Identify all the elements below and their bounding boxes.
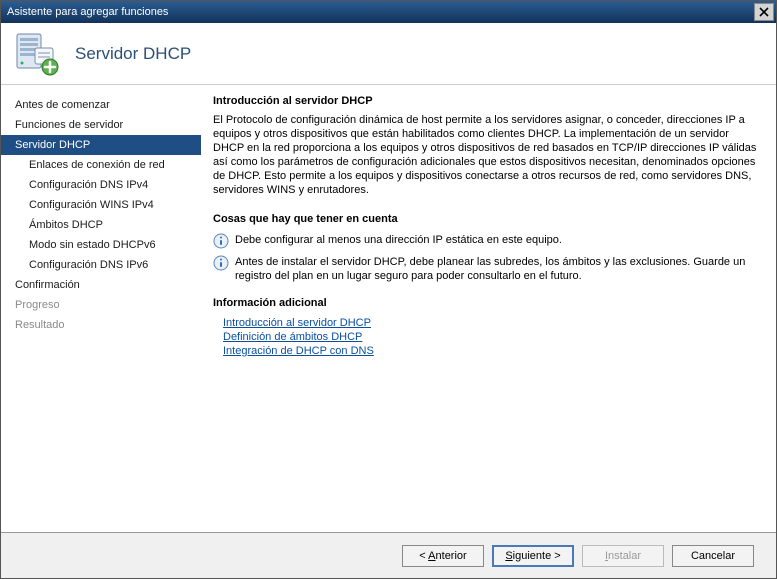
header: Servidor DHCP <box>1 23 776 85</box>
next-button[interactable]: Siguiente > <box>492 545 574 567</box>
body: Antes de comenzarFunciones de servidorSe… <box>1 85 776 532</box>
sidebar: Antes de comenzarFunciones de servidorSe… <box>1 85 201 532</box>
sidebar-item[interactable]: Enlaces de conexión de red <box>1 155 201 175</box>
sidebar-item[interactable]: Ámbitos DHCP <box>1 215 201 235</box>
link-intro-dhcp[interactable]: Introducción al servidor DHCP <box>223 317 758 329</box>
sidebar-item: Resultado <box>1 315 201 335</box>
sidebar-item[interactable]: Configuración DNS IPv6 <box>1 255 201 275</box>
info-icon <box>213 233 229 249</box>
window-title: Asistente para agregar funciones <box>7 6 168 18</box>
note-row: Antes de instalar el servidor DHCP, debe… <box>213 255 758 283</box>
content: Introducción al servidor DHCP El Protoco… <box>201 85 776 532</box>
note-text: Debe configurar al menos una dirección I… <box>235 233 562 247</box>
note-text: Antes de instalar el servidor DHCP, debe… <box>235 255 758 283</box>
sidebar-item[interactable]: Funciones de servidor <box>1 115 201 135</box>
footer: < Anterior Siguiente > Instalar Cancelar <box>1 532 776 578</box>
sidebar-item[interactable]: Configuración WINS IPv4 <box>1 195 201 215</box>
close-icon <box>759 7 769 17</box>
notes-title: Cosas que hay que tener en cuenta <box>213 213 758 225</box>
install-button: Instalar <box>582 545 664 567</box>
intro-body: El Protocolo de configuración dinámica d… <box>213 113 758 197</box>
note-row: Debe configurar al menos una dirección I… <box>213 233 758 249</box>
sidebar-item[interactable]: Antes de comenzar <box>1 95 201 115</box>
window-controls <box>754 3 774 21</box>
link-dhcp-dns[interactable]: Integración de DHCP con DNS <box>223 345 758 357</box>
links: Introducción al servidor DHCP Definición… <box>223 317 758 357</box>
titlebar: Asistente para agregar funciones <box>1 1 776 23</box>
sidebar-item[interactable]: Configuración DNS IPv4 <box>1 175 201 195</box>
wizard-window: Asistente para agregar funciones <box>0 0 777 579</box>
link-scopes-dhcp[interactable]: Definición de ámbitos DHCP <box>223 331 758 343</box>
page-title: Servidor DHCP <box>75 44 191 64</box>
additional-title: Información adicional <box>213 297 758 309</box>
cancel-button[interactable]: Cancelar <box>672 545 754 567</box>
intro-title: Introducción al servidor DHCP <box>213 95 758 107</box>
info-icon <box>213 255 229 271</box>
close-button[interactable] <box>754 3 774 21</box>
sidebar-item: Progreso <box>1 295 201 315</box>
sidebar-item[interactable]: Modo sin estado DHCPv6 <box>1 235 201 255</box>
sidebar-item[interactable]: Confirmación <box>1 275 201 295</box>
back-button[interactable]: < Anterior <box>402 545 484 567</box>
server-role-icon <box>13 30 61 78</box>
sidebar-item[interactable]: Servidor DHCP <box>1 135 201 155</box>
